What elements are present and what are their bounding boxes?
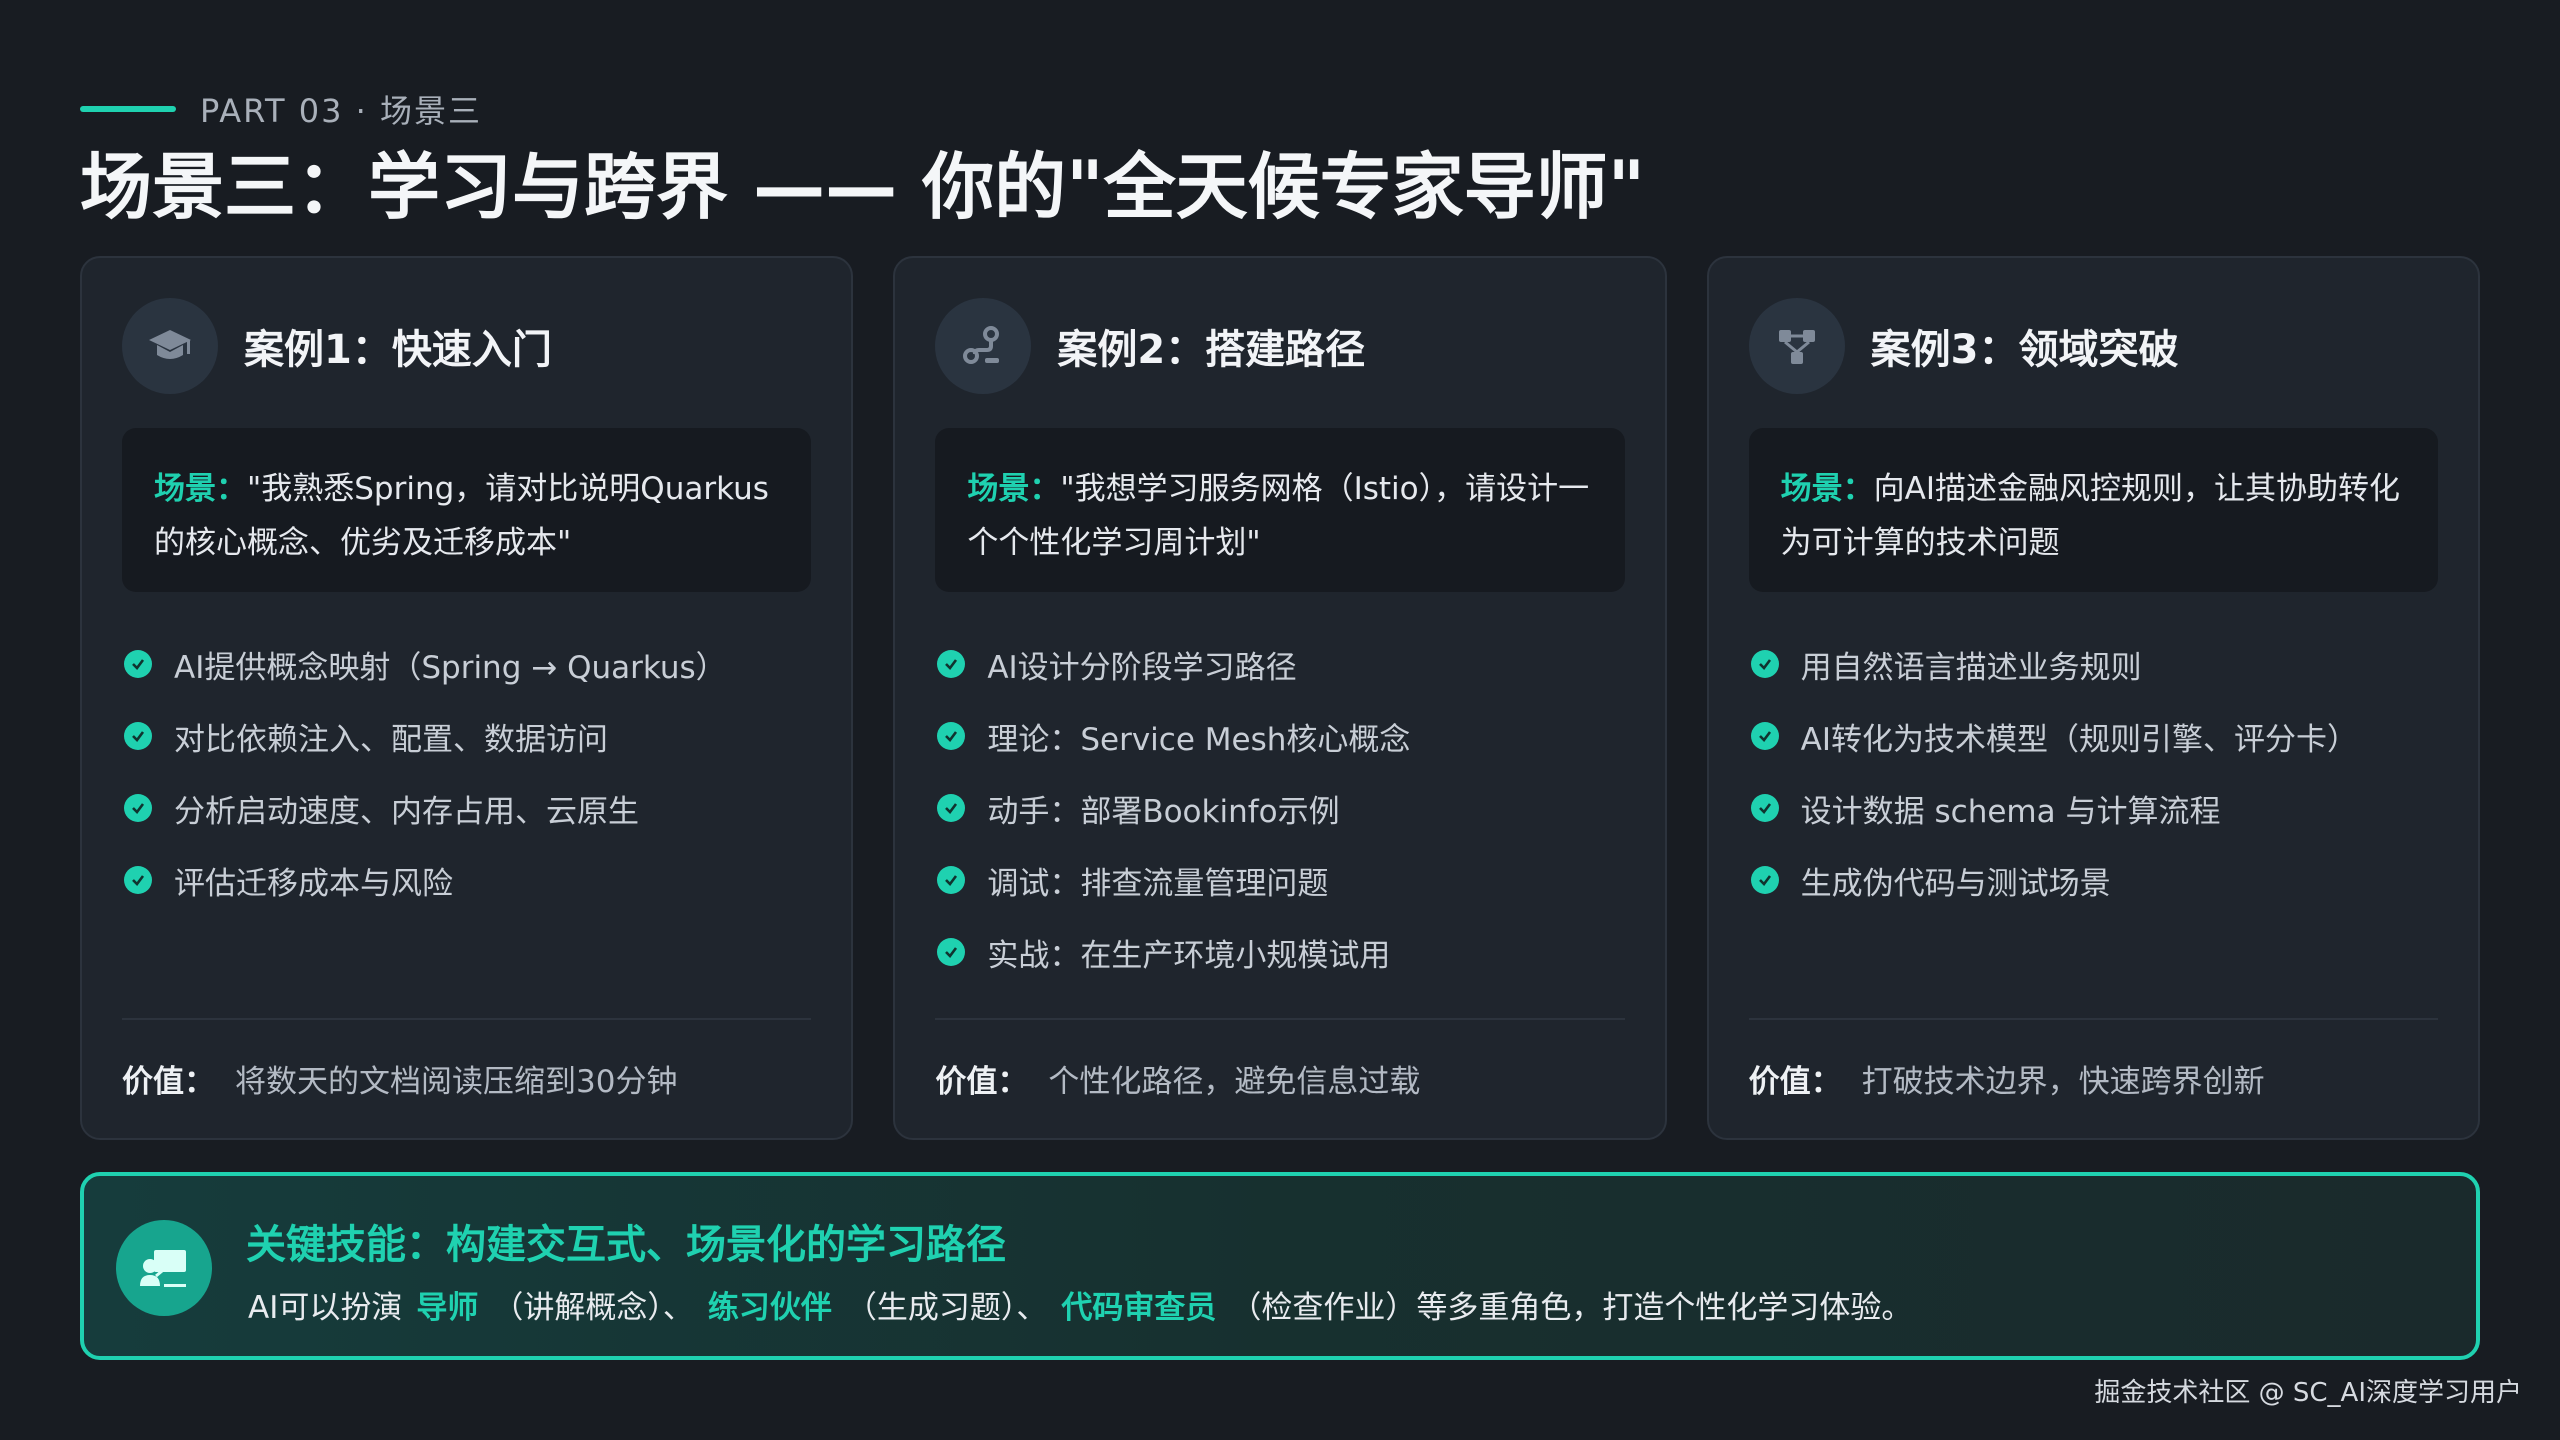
- bullet-text: 用自然语言描述业务规则: [1800, 649, 2142, 686]
- bullet-text: 调试：排查流量管理问题: [987, 865, 1329, 902]
- part-header: PART 03 · 场景三: [80, 86, 482, 132]
- value-text: 个性化路径，避免信息过载: [1048, 1064, 1421, 1100]
- scene-text: "我熟悉Spring，请对比说明Quarkus的核心概念、优劣及迁移成本": [154, 471, 769, 561]
- divider: [122, 1018, 812, 1020]
- scene-box: 场景："我熟悉Spring，请对比说明Quarkus的核心概念、优劣及迁移成本": [122, 428, 812, 592]
- value-text: 将数天的文档阅读压缩到30分钟: [235, 1064, 678, 1100]
- scene-label: 场景：: [154, 471, 247, 507]
- list-item: 理论：Service Mesh核心概念: [937, 700, 1634, 772]
- bullet-text: AI设计分阶段学习路径: [987, 649, 1297, 686]
- check-icon: [937, 938, 966, 966]
- check-icon: [1750, 794, 1779, 822]
- divider: [1748, 1018, 2438, 1020]
- list-item: 动手：部署Bookinfo示例: [937, 772, 1634, 844]
- check-icon: [1750, 722, 1779, 750]
- case-card-3: 案例3：领域突破 场景：向AI描述金融风控规则，让其协助转化为可计算的技术问题 …: [1706, 256, 2480, 1140]
- page-title: 场景三：学习与跨界 —— 你的"全天候专家导师": [80, 145, 1646, 229]
- value-row: 价值： 将数天的文档阅读压缩到30分钟: [122, 1056, 677, 1101]
- check-icon: [124, 650, 152, 678]
- card-header: 案例1：快速入门: [122, 298, 552, 394]
- value-text: 打破技术边界，快速跨界创新: [1861, 1064, 2265, 1100]
- case-cards: 案例1：快速入门 场景："我熟悉Spring，请对比说明Quarkus的核心概念…: [80, 256, 2480, 1140]
- list-item: 调试：排查流量管理问题: [937, 844, 1634, 916]
- check-icon: [1750, 866, 1779, 894]
- scene-label: 场景：: [1780, 471, 1874, 507]
- scene-label: 场景：: [967, 471, 1061, 507]
- scene-box: 场景："我想学习服务网格（Istio），请设计一个个性化学习周计划": [935, 428, 1625, 592]
- list-item: 生成伪代码与测试场景: [1750, 844, 2448, 916]
- list-item: 对比依赖注入、配置、数据访问: [124, 700, 821, 772]
- skill-description: AI可以扮演 导师 （讲解概念）、 练习伙伴 （生成习题）、 代码审查员 （检查作业）等多重…: [246, 1282, 1914, 1327]
- list-item: 实战：在生产环境小规模试用: [937, 916, 1634, 988]
- accent-line: [80, 106, 176, 112]
- check-icon: [1750, 650, 1779, 678]
- value-label: 价值：: [935, 1064, 1029, 1100]
- role-code-reviewer: 代码审查员: [1061, 1290, 1217, 1326]
- skill-desc-text: （生成习题）、: [845, 1290, 1048, 1326]
- bullet-list: AI设计分阶段学习路径 理论：Service Mesh核心概念 动手：部署Boo…: [937, 628, 1634, 988]
- case-card-2: 案例2：搭建路径 场景："我想学习服务网格（Istio），请设计一个个性化学习周…: [893, 256, 1667, 1140]
- list-item: AI转化为技术模型（规则引擎、评分卡）: [1750, 700, 2448, 772]
- bullet-list: 用自然语言描述业务规则 AI转化为技术模型（规则引擎、评分卡） 设计数据 sch…: [1750, 628, 2448, 916]
- check-icon: [937, 722, 966, 750]
- value-row: 价值： 个性化路径，避免信息过载: [935, 1056, 1420, 1101]
- role-mentor: 导师: [416, 1290, 479, 1326]
- bullet-text: 分析启动速度、内存占用、云原生: [174, 793, 639, 830]
- footer-credit: 掘金技术社区 @ SC_AI深度学习用户: [2094, 1378, 2522, 1408]
- list-item: AI提供概念映射（Spring → Quarkus）: [124, 628, 821, 700]
- role-practice-partner: 练习伙伴: [707, 1290, 832, 1326]
- check-icon: [124, 722, 152, 750]
- part-label: PART 03 · 场景三: [200, 92, 483, 130]
- bullet-text: 生成伪代码与测试场景: [1800, 865, 2111, 902]
- divider: [935, 1018, 1625, 1020]
- graduation-cap-icon: [122, 298, 218, 394]
- scene-box: 场景：向AI描述金融风控规则，让其协助转化为可计算的技术问题: [1748, 428, 2438, 592]
- list-item: 设计数据 schema 与计算流程: [1750, 772, 2448, 844]
- check-icon: [937, 650, 966, 678]
- list-item: AI设计分阶段学习路径: [937, 628, 1634, 700]
- card-title: 案例2：搭建路径: [1057, 327, 1366, 373]
- check-icon: [124, 794, 152, 822]
- card-header: 案例3：领域突破: [1748, 298, 2179, 394]
- card-header: 案例2：搭建路径: [935, 298, 1365, 394]
- value-label: 价值：: [122, 1064, 215, 1100]
- card-title: 案例1：快速入门: [244, 327, 552, 373]
- bullet-text: 评估迁移成本与风险: [174, 865, 453, 902]
- list-item: 分析启动速度、内存占用、云原生: [124, 772, 821, 844]
- network-nodes-icon: [1748, 298, 1845, 394]
- route-icon: [935, 298, 1032, 394]
- bullet-text: 对比依赖注入、配置、数据访问: [174, 721, 608, 758]
- skill-desc-text: （讲解概念）、: [492, 1290, 694, 1326]
- bullet-text: 设计数据 schema 与计算流程: [1800, 793, 2221, 830]
- bullet-text: 理论：Service Mesh核心概念: [987, 721, 1411, 758]
- value-label: 价值：: [1748, 1064, 1842, 1100]
- skill-title: 关键技能：构建交互式、场景化的学习路径: [246, 1222, 1006, 1268]
- bullet-text: 动手：部署Bookinfo示例: [987, 793, 1340, 830]
- bullet-text: 实战：在生产环境小规模试用: [987, 937, 1391, 974]
- bullet-list: AI提供概念映射（Spring → Quarkus） 对比依赖注入、配置、数据访…: [124, 628, 821, 916]
- value-row: 价值： 打破技术边界，快速跨界创新: [1749, 1056, 2265, 1101]
- skill-desc-text: AI可以扮演: [248, 1290, 403, 1326]
- scene-text: "我想学习服务网格（Istio），请设计一个个性化学习周计划": [967, 471, 1590, 561]
- check-icon: [937, 866, 966, 894]
- check-icon: [937, 794, 966, 822]
- list-item: 评估迁移成本与风险: [124, 844, 821, 916]
- card-title: 案例3：领域突破: [1870, 327, 2179, 373]
- teacher-board-icon: [116, 1220, 212, 1316]
- scene-text: 向AI描述金融风控规则，让其协助转化为可计算的技术问题: [1780, 471, 2401, 561]
- check-icon: [124, 866, 152, 894]
- bullet-text: AI转化为技术模型（规则引擎、评分卡）: [1800, 721, 2359, 758]
- case-card-1: 案例1：快速入门 场景："我熟悉Spring，请对比说明Quarkus的核心概念…: [80, 256, 854, 1140]
- bullet-text: AI提供概念映射（Spring → Quarkus）: [174, 649, 727, 686]
- list-item: 用自然语言描述业务规则: [1750, 628, 2448, 700]
- key-skill-panel: 关键技能：构建交互式、场景化的学习路径 AI可以扮演 导师 （讲解概念）、 练习伙伴 （…: [80, 1172, 2480, 1360]
- skill-desc-text: （检查作业）等多重角色，打造个性化学习体验。: [1230, 1290, 1913, 1326]
